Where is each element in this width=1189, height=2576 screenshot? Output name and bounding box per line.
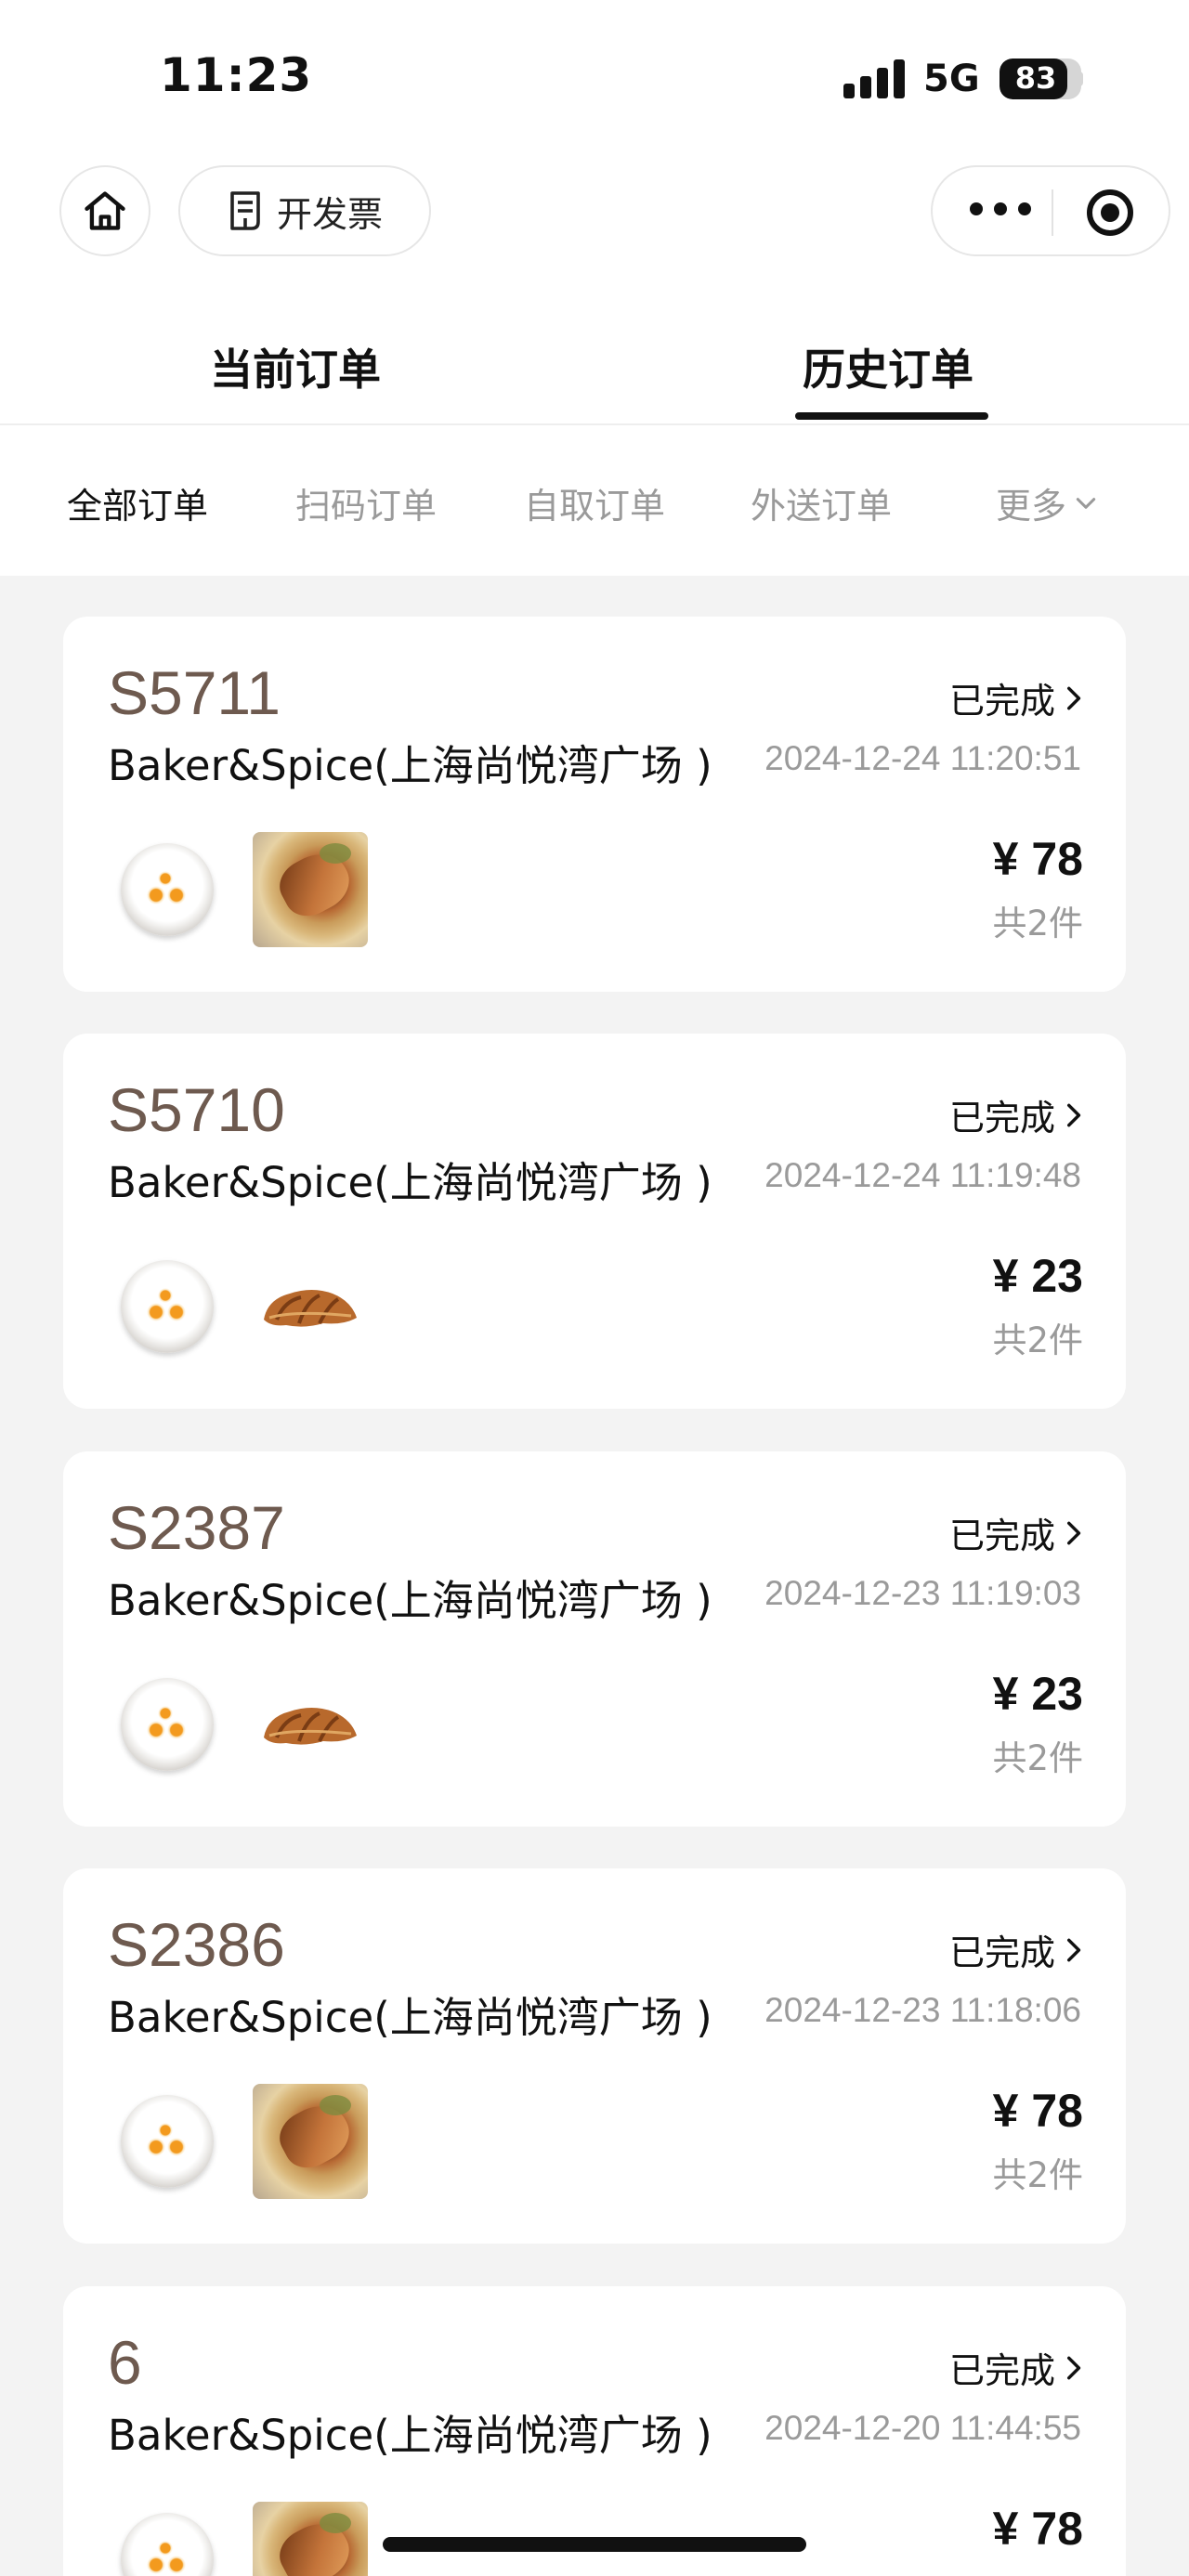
network-type: 5G bbox=[923, 58, 980, 100]
chevron-down-icon bbox=[1076, 497, 1096, 509]
home-icon bbox=[85, 191, 125, 230]
close-miniprogram-icon[interactable] bbox=[1087, 189, 1133, 236]
order-card[interactable]: S2386 已完成 Baker&Spice(上海尚悦湾广场 ) 2024-12-23 … bbox=[63, 1868, 1126, 2244]
order-price: ¥ 23 bbox=[992, 1668, 1083, 1720]
item-count: 共2件 bbox=[992, 2565, 1083, 2576]
invoice-button[interactable]: 开发票 bbox=[178, 165, 431, 256]
store-name: Baker&Spice(上海尚悦湾广场 ) bbox=[108, 741, 712, 790]
order-status-link[interactable]: 已完成 bbox=[949, 1507, 1083, 1558]
status-time: 11:23 bbox=[160, 48, 313, 102]
order-status-link[interactable]: 已完成 bbox=[949, 1089, 1083, 1140]
order-number: S5711 bbox=[108, 658, 281, 727]
filter-more[interactable]: 更多 bbox=[996, 477, 1098, 528]
egg-plate-thumbnail bbox=[121, 2513, 214, 2576]
filter-pickup-orders[interactable]: 自取订单 bbox=[524, 477, 665, 528]
item-count: 共2件 bbox=[992, 1738, 1083, 1778]
order-time: 2024-12-20 11:44:55 bbox=[764, 2409, 1081, 2447]
tab-current-orders[interactable]: 当前订单 bbox=[210, 336, 381, 397]
order-time: 2024-12-23 11:19:03 bbox=[764, 1574, 1081, 1612]
filter-scan-orders[interactable]: 扫码订单 bbox=[295, 477, 437, 528]
miniprogram-capsule bbox=[931, 165, 1170, 256]
egg-plate-thumbnail bbox=[121, 1260, 214, 1353]
order-status: 已完成 bbox=[948, 1098, 1055, 1138]
invoice-label: 开发票 bbox=[276, 193, 383, 235]
order-price: ¥ 78 bbox=[992, 833, 1083, 885]
header-area: 11:23 5G 83 开发票 当前订单 历史订单 全部订单 扫码订单 自取订单… bbox=[0, 0, 1189, 576]
home-button[interactable] bbox=[59, 165, 150, 256]
order-card[interactable]: S2387 已完成 Baker&Spice(上海尚悦湾广场 ) 2024-12-23 … bbox=[63, 1451, 1126, 1827]
chevron-right-icon bbox=[1066, 1521, 1081, 1544]
item-count: 共2件 bbox=[992, 1321, 1083, 1360]
order-status-link[interactable]: 已完成 bbox=[949, 2342, 1083, 2393]
roast-chicken-thumbnail bbox=[253, 832, 368, 947]
home-indicator bbox=[383, 2537, 806, 2552]
invoice-icon bbox=[230, 191, 260, 230]
order-price: ¥ 78 bbox=[992, 2085, 1083, 2137]
battery-icon: 83 bbox=[1000, 59, 1081, 99]
chevron-right-icon bbox=[1066, 2356, 1081, 2379]
order-card[interactable]: S5710 已完成 Baker&Spice(上海尚悦湾广场 ) 2024-12-24 … bbox=[63, 1034, 1126, 1409]
chevron-right-icon bbox=[1066, 1103, 1081, 1126]
order-status: 已完成 bbox=[948, 681, 1055, 722]
egg-plate-thumbnail bbox=[121, 1678, 214, 1771]
order-time: 2024-12-24 11:20:51 bbox=[764, 739, 1081, 777]
tabs-divider bbox=[0, 423, 1189, 425]
filter-all-orders[interactable]: 全部订单 bbox=[67, 477, 208, 528]
active-tab-indicator bbox=[795, 412, 988, 420]
order-number: S2387 bbox=[108, 1493, 285, 1562]
store-name: Baker&Spice(上海尚悦湾广场 ) bbox=[108, 2411, 712, 2460]
chevron-right-icon bbox=[1066, 686, 1081, 709]
filter-delivery-orders[interactable]: 外送订单 bbox=[751, 477, 892, 528]
order-time: 2024-12-24 11:19:48 bbox=[764, 1156, 1081, 1194]
order-number: 6 bbox=[108, 2328, 142, 2397]
order-number: S5710 bbox=[108, 1075, 285, 1144]
order-card[interactable]: 6 已完成 Baker&Spice(上海尚悦湾广场 ) 2024-12-20 11:4… bbox=[63, 2286, 1126, 2576]
croissant-thumbnail bbox=[264, 1290, 357, 1327]
order-card[interactable]: S5711 已完成 Baker&Spice(上海尚悦湾广场 ) 2024-12-24 … bbox=[63, 617, 1126, 992]
tab-history-orders[interactable]: 历史订单 bbox=[803, 336, 973, 397]
order-status: 已完成 bbox=[948, 1516, 1055, 1556]
order-status-link[interactable]: 已完成 bbox=[949, 1924, 1083, 1975]
order-status-link[interactable]: 已完成 bbox=[949, 672, 1083, 723]
store-name: Baker&Spice(上海尚悦湾广场 ) bbox=[108, 1576, 712, 1625]
store-name: Baker&Spice(上海尚悦湾广场 ) bbox=[108, 1158, 712, 1207]
cellular-signal-icon bbox=[843, 59, 907, 98]
filter-more-label: 更多 bbox=[996, 486, 1067, 527]
battery-level: 83 bbox=[1014, 60, 1057, 96]
battery-tip bbox=[1078, 72, 1083, 86]
item-count: 共2件 bbox=[992, 904, 1083, 943]
order-number: S2386 bbox=[108, 1910, 285, 1979]
more-options-icon[interactable] bbox=[970, 195, 1031, 228]
croissant-thumbnail bbox=[264, 1708, 357, 1745]
order-status: 已完成 bbox=[948, 1932, 1055, 1973]
item-count: 共2件 bbox=[992, 2155, 1083, 2195]
egg-plate-thumbnail bbox=[121, 2095, 214, 2188]
store-name: Baker&Spice(上海尚悦湾广场 ) bbox=[108, 1993, 712, 2042]
roast-chicken-thumbnail bbox=[253, 2502, 368, 2576]
order-status: 已完成 bbox=[948, 2350, 1055, 2391]
order-time: 2024-12-23 11:18:06 bbox=[764, 1991, 1081, 2029]
capsule-divider bbox=[1052, 189, 1053, 236]
chevron-right-icon bbox=[1066, 1938, 1081, 1961]
order-price: ¥ 23 bbox=[992, 1250, 1083, 1302]
egg-plate-thumbnail bbox=[121, 843, 214, 936]
roast-chicken-thumbnail bbox=[253, 2084, 368, 2199]
order-price: ¥ 78 bbox=[992, 2503, 1083, 2555]
